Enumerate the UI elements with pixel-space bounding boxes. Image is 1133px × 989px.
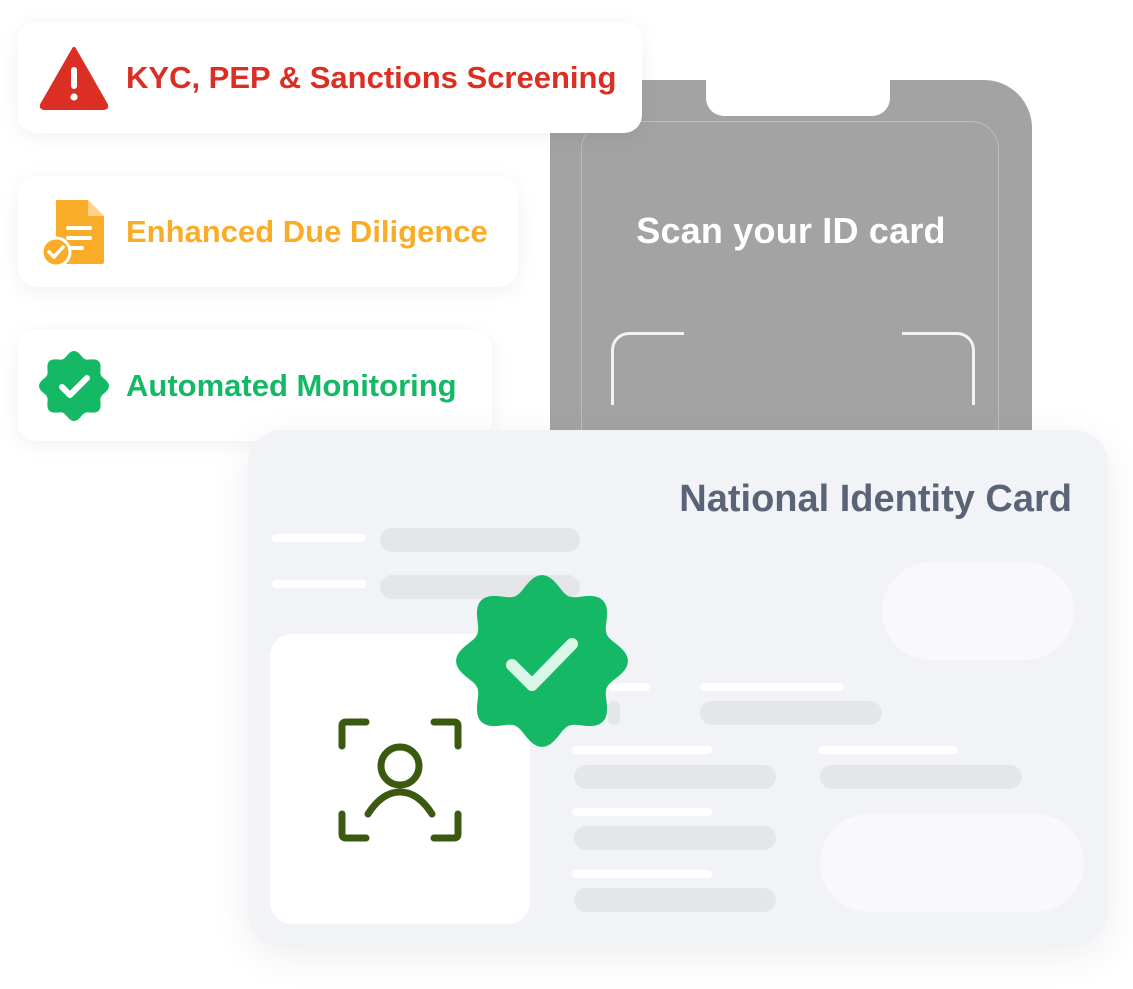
placeholder-value xyxy=(574,765,776,789)
placeholder-value xyxy=(380,528,580,552)
placeholder-label xyxy=(272,534,366,542)
placeholder-label xyxy=(572,870,712,878)
placeholder-pill xyxy=(820,814,1084,912)
feature-label-screening: KYC, PEP & Sanctions Screening xyxy=(126,59,617,95)
face-scan-icon xyxy=(338,718,462,842)
scan-frame-corner-top-right xyxy=(902,332,975,405)
document-check-icon xyxy=(40,199,104,267)
verified-badge-icon xyxy=(456,575,628,747)
placeholder-pill xyxy=(882,562,1074,660)
feature-card-screening: KYC, PEP & Sanctions Screening xyxy=(18,22,642,133)
phone-notch xyxy=(706,80,890,116)
placeholder-label xyxy=(272,580,366,588)
warning-triangle-icon xyxy=(39,46,109,110)
placeholder-value xyxy=(820,765,1022,789)
feature-card-monitoring: Automated Monitoring xyxy=(18,330,492,441)
id-card-title: National Identity Card xyxy=(679,478,1072,520)
placeholder-label xyxy=(572,808,712,816)
placeholder-value xyxy=(574,888,776,912)
feature-card-due-diligence: Enhanced Due Diligence xyxy=(18,176,518,287)
verified-badge-icon xyxy=(39,350,109,421)
placeholder-value xyxy=(700,701,882,725)
feature-label-monitoring: Automated Monitoring xyxy=(126,367,457,403)
placeholder-value xyxy=(574,826,776,850)
scan-frame-corner-top-left xyxy=(611,332,684,405)
feature-label-due-diligence: Enhanced Due Diligence xyxy=(126,213,488,249)
scan-title: Scan your ID card xyxy=(636,210,946,251)
id-card: National Identity Card xyxy=(248,430,1108,946)
placeholder-label xyxy=(818,746,958,754)
placeholder-label xyxy=(700,683,844,691)
